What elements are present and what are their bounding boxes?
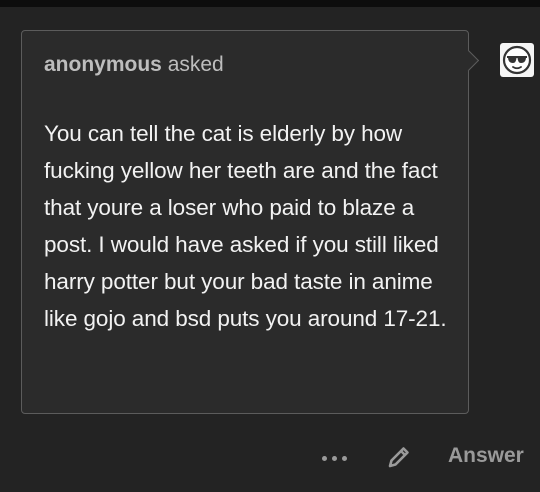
anonymous-sunglasses-avatar-icon — [502, 45, 532, 75]
asker-line: anonymous asked — [44, 53, 224, 77]
answer-button[interactable]: Answer — [448, 444, 524, 468]
ask-action-bar: Answer — [0, 436, 540, 480]
edit-button[interactable] — [384, 442, 414, 472]
ask-bubble: anonymous asked You can tell the cat is … — [21, 30, 480, 414]
top-edge-strip — [0, 0, 540, 7]
more-options-button[interactable] — [318, 448, 358, 468]
anonymous-avatar[interactable] — [500, 43, 534, 77]
ellipsis-icon-dot — [322, 456, 327, 461]
asker-verb: asked — [167, 53, 224, 76]
ellipsis-icon-dot — [332, 456, 337, 461]
ellipsis-icon-dot — [342, 456, 347, 461]
question-text: You can tell the cat is elderly by how f… — [44, 121, 447, 331]
pencil-icon — [388, 447, 409, 468]
asker-name: anonymous — [44, 53, 162, 76]
bubble-pointer — [457, 49, 480, 72]
